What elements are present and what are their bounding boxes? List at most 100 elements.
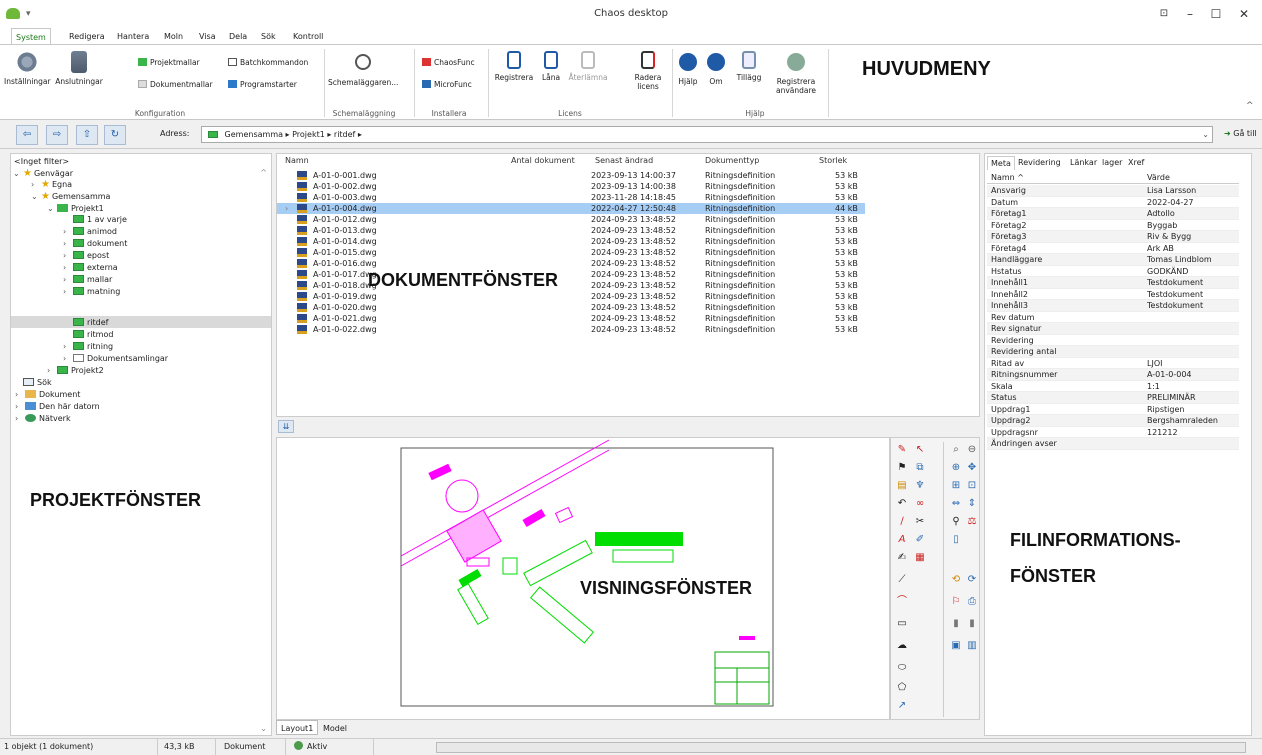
minimize-button[interactable]: –: [1176, 4, 1204, 24]
table-row[interactable]: A-01-0-003.dwg 2023-11-28 14:18:45 Ritning…: [277, 192, 865, 203]
table-row[interactable]: A-01-0-012.dwg 2024-09-23 13:48:52 Ritning…: [277, 214, 865, 225]
tab-dela[interactable]: Dela: [225, 28, 251, 45]
property-row[interactable]: Hstatus GODKÄND: [987, 266, 1239, 277]
expand-icon[interactable]: ›: [63, 274, 73, 285]
table-row[interactable]: A-01-0-001.dwg 2023-09-13 14:00:37 Ritning…: [277, 170, 865, 181]
property-row[interactable]: Innehåll1 Testdokument: [987, 277, 1239, 289]
zoom-window-icon[interactable]: ⊞: [949, 480, 963, 492]
collapse-icon[interactable]: ⌄: [13, 168, 23, 179]
table-row[interactable]: A-01-0-018.dwg 2024-09-23 13:48:52 Ritning…: [277, 280, 865, 291]
tree-node-gemensamma[interactable]: ⌄ ★ Gemensamma: [31, 191, 110, 202]
tab-hantera[interactable]: Hantera: [113, 28, 153, 45]
address-bar[interactable]: Gemensamma ▸ Projekt1 ▸ ritdef ▸ ⌄: [201, 126, 1213, 143]
arc-icon[interactable]: ⌒: [895, 596, 909, 608]
close-button[interactable]: ✕: [1230, 4, 1258, 24]
stamp-icon[interactable]: ⚑: [895, 462, 909, 474]
property-row[interactable]: Uppdrag1 Ripstigen: [987, 404, 1239, 415]
table-row[interactable]: A-01-0-014.dwg 2024-09-23 13:48:52 Ritning…: [277, 236, 865, 247]
sign-icon[interactable]: ✍: [895, 552, 909, 564]
projektmallar-button[interactable]: Projektmallar: [138, 57, 200, 69]
rectangle-icon[interactable]: ▭: [895, 618, 909, 630]
collapse-viewer-icon[interactable]: ⇊: [278, 420, 294, 433]
print-icon[interactable]: ⎙: [965, 596, 979, 608]
property-row[interactable]: Företag2 Byggab: [987, 220, 1239, 231]
property-row[interactable]: Uppdrag2 Bergshamraleden: [987, 415, 1239, 427]
props-header-value[interactable]: Värde: [1147, 172, 1170, 184]
registrera-anvandare-button[interactable]: Registrera användare: [770, 51, 822, 95]
expand-icon[interactable]: ›: [63, 262, 73, 273]
property-row[interactable]: Revidering: [987, 335, 1239, 346]
tree-node-ritmod[interactable]: ritmod: [63, 329, 113, 340]
tree-node-egna[interactable]: › ★ Egna: [31, 179, 72, 190]
tree-scroll-up-icon[interactable]: ^: [260, 168, 267, 177]
tree-node-den-har-datorn[interactable]: › Den här datorn: [15, 401, 100, 412]
installningar-button[interactable]: Inställningar: [4, 51, 51, 86]
property-row[interactable]: Rev datum: [987, 312, 1239, 323]
table-row[interactable]: A-01-0-022.dwg 2024-09-23 13:48:52 Ritning…: [277, 324, 865, 335]
pointer-icon[interactable]: ↖: [913, 444, 927, 456]
column-header-storlek[interactable]: Storlek: [819, 156, 847, 165]
aterlamna-button[interactable]: Återlämna: [568, 51, 608, 82]
tree-node-mallar[interactable]: › mallar: [63, 274, 112, 285]
tree-node-dokumentsamlingar[interactable]: › Dokumentsamlingar: [63, 353, 168, 364]
expand-icon[interactable]: ›: [63, 226, 73, 237]
go-button[interactable]: ➜ Gå till: [1224, 129, 1257, 138]
expand-icon[interactable]: ›: [63, 341, 73, 352]
brush-icon[interactable]: ♆: [913, 480, 927, 492]
tree-node-genvagar[interactable]: ⌄ ★ Genvägar: [13, 168, 73, 179]
link-icon[interactable]: ∞: [913, 498, 927, 510]
expand-icon[interactable]: ›: [15, 401, 25, 412]
restore-ribbon-icon[interactable]: ⊡: [1150, 4, 1178, 24]
table-row[interactable]: A-01-0-013.dwg 2024-09-23 13:48:52 Ritning…: [277, 225, 865, 236]
schemalaggaren-button[interactable]: Schemaläggaren...: [328, 51, 398, 87]
polygon-icon[interactable]: ⬠: [895, 682, 909, 694]
forward-button[interactable]: ⇨: [46, 125, 68, 145]
page-icon[interactable]: ▮: [949, 618, 963, 630]
expand-icon[interactable]: ›: [63, 238, 73, 249]
property-row[interactable]: Skala 1:1: [987, 381, 1239, 392]
row-expand-icon[interactable]: ›: [285, 203, 288, 214]
tree-node-projekt2[interactable]: › Projekt2: [47, 365, 104, 376]
radera-licens-button[interactable]: Radera licens: [628, 51, 668, 91]
expand-icon[interactable]: ›: [15, 413, 25, 424]
tab-sok[interactable]: Sök: [257, 28, 280, 45]
tab-layout1[interactable]: Layout1: [276, 720, 319, 735]
measure-icon[interactable]: ⚖: [965, 516, 979, 528]
pan-icon[interactable]: ✥: [965, 462, 979, 474]
tab-visa[interactable]: Visa: [195, 28, 220, 45]
property-row[interactable]: Företag4 Ark AB: [987, 243, 1239, 254]
hjalp-button[interactable]: Hjälp: [676, 51, 700, 86]
chaosfunc-button[interactable]: ChaosFunc: [422, 57, 475, 69]
registrera-button[interactable]: Registrera: [492, 51, 536, 82]
property-row[interactable]: Datum 2022-04-27: [987, 197, 1239, 208]
programstarter-button[interactable]: Programstarter: [228, 79, 297, 91]
fit-height-icon[interactable]: ⇕: [965, 498, 979, 510]
cloud-icon[interactable]: ☁: [895, 640, 909, 652]
property-row[interactable]: Ritningsnummer A-01-0-004: [987, 369, 1239, 381]
tree-node-dokument[interactable]: › dokument: [63, 238, 127, 249]
back-button[interactable]: ⇦: [16, 125, 38, 145]
table-row[interactable]: A-01-0-019.dwg 2024-09-23 13:48:52 Ritning…: [277, 291, 865, 302]
tree-node-dokument-root[interactable]: › Dokument: [15, 389, 80, 400]
property-row[interactable]: Företag3 Riv & Bygg: [987, 231, 1239, 243]
save-icon[interactable]: ▣: [949, 640, 963, 652]
expand-icon[interactable]: ›: [63, 353, 73, 364]
refresh-button[interactable]: ↻: [104, 125, 126, 145]
collapse-icon[interactable]: ⌄: [31, 191, 41, 202]
property-row[interactable]: Uppdragsnr 121212: [987, 427, 1239, 438]
anslutningar-button[interactable]: Anslutningar: [52, 51, 106, 86]
table-row[interactable]: A-01-0-002.dwg 2023-09-13 14:00:38 Ritning…: [277, 181, 865, 192]
compare-icon[interactable]: ⚐: [949, 596, 963, 608]
property-row[interactable]: Företag1 Adtollo: [987, 208, 1239, 220]
tab-lager[interactable]: lager: [1099, 156, 1125, 170]
lana-button[interactable]: Låna: [536, 51, 566, 82]
expand-icon[interactable]: ›: [15, 389, 25, 400]
om-button[interactable]: Om: [704, 51, 728, 86]
line-tool-icon[interactable]: ∕: [895, 516, 909, 528]
tree-scroll-down-icon[interactable]: ⌄: [260, 724, 267, 733]
microfunc-button[interactable]: MicroFunc: [422, 79, 472, 91]
table-row[interactable]: A-01-0-020.dwg 2024-09-23 13:48:52 Ritning…: [277, 302, 865, 313]
tab-meta[interactable]: Meta: [987, 156, 1015, 170]
dokumentmallar-button[interactable]: Dokumentmallar: [138, 79, 213, 91]
column-header-antal[interactable]: Antal dokument: [511, 156, 575, 165]
